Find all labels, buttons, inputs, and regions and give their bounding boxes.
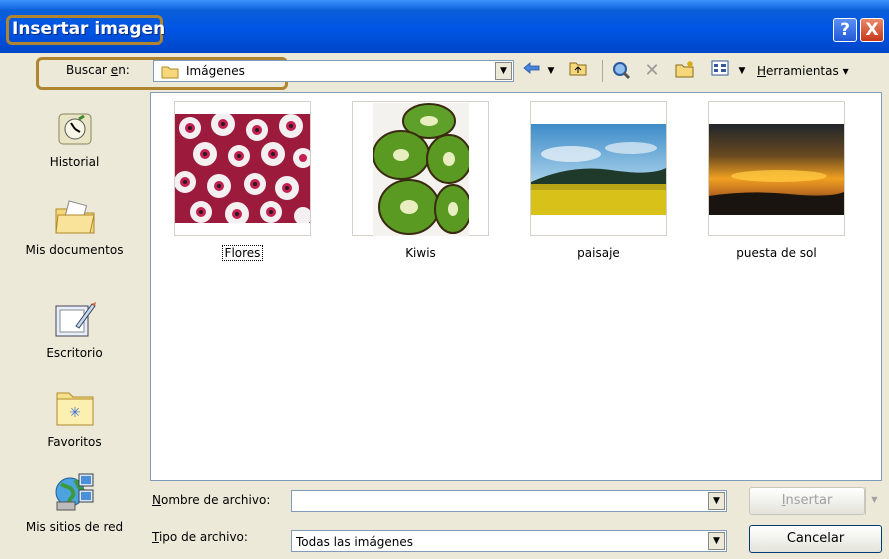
places-bar: Historial Mis documentos Escritorio ✳ Fa… [0, 91, 149, 559]
file-thumbnail-puesta-de-sol[interactable] [708, 101, 845, 236]
folder-icon [161, 65, 179, 82]
desktop-icon [54, 300, 96, 338]
svg-text:✳: ✳ [69, 405, 81, 421]
sunset-image [709, 124, 844, 215]
back-dropdown-icon[interactable]: ▼ [545, 60, 557, 82]
title-bar[interactable]: Insertar imagen ? X [0, 0, 889, 53]
filename-label: Nombre de archivo: [152, 493, 271, 507]
tools-dropdown-icon: ▾ [842, 64, 849, 78]
insert-image-dialog: Insertar imagen ? X Buscar en: Imágenes … [0, 0, 889, 559]
new-folder-button[interactable] [673, 60, 697, 82]
file-label-paisaje[interactable]: paisaje [530, 246, 667, 260]
toolbar-separator [602, 60, 603, 82]
file-label-kiwis[interactable]: Kiwis [352, 246, 489, 260]
filename-input[interactable]: ▼ [291, 490, 727, 512]
close-button[interactable]: X [860, 18, 884, 42]
flowers-image [175, 114, 310, 223]
lookin-dropdown-button[interactable]: ▼ [495, 62, 512, 80]
views-dropdown-icon[interactable]: ▼ [736, 60, 748, 82]
place-historial[interactable]: Historial [0, 111, 149, 169]
my-documents-icon [54, 199, 96, 235]
lookin-value: Imágenes [186, 64, 245, 78]
filetype-select[interactable]: Todas las imágenes ▼ [291, 530, 727, 552]
help-button[interactable]: ? [833, 18, 857, 42]
file-label-puesta-de-sol[interactable]: puesta de sol [708, 246, 845, 260]
lookin-label: Buscar en: [66, 63, 130, 77]
insert-options-dropdown-icon[interactable]: ▼ [865, 487, 883, 515]
filetype-label: Tipo de archivo: [152, 530, 248, 544]
place-escritorio[interactable]: Escritorio [0, 300, 149, 360]
file-list[interactable]: Flores Kiwis paisaje puesta de sol [150, 92, 882, 481]
kiwis-image [373, 103, 469, 236]
new-folder-icon [675, 61, 694, 78]
history-icon [57, 111, 93, 147]
search-web-icon [613, 62, 631, 80]
file-thumbnail-flores[interactable] [174, 101, 311, 236]
filetype-dropdown-button[interactable]: ▼ [708, 532, 725, 550]
favorites-icon: ✳ [55, 387, 95, 427]
dialog-title: Insertar imagen [12, 19, 166, 39]
filename-dropdown-button[interactable]: ▼ [708, 492, 725, 510]
file-list-scrollbar[interactable] [882, 92, 889, 481]
file-label-flores[interactable]: Flores [174, 245, 311, 261]
delete-icon[interactable]: ✕ [641, 60, 663, 82]
insert-button[interactable]: Insertar [749, 487, 865, 515]
tools-menu[interactable]: Herramientas ▾ [757, 64, 849, 78]
place-favoritos[interactable]: ✳ Favoritos [0, 387, 149, 449]
cancel-button[interactable]: Cancelar [749, 525, 882, 553]
place-mis-sitios-de-red[interactable]: Mis sitios de red [0, 472, 149, 534]
lookin-select[interactable]: Imágenes ▼ [153, 60, 514, 82]
filetype-value: Todas las imágenes [296, 535, 414, 549]
file-thumbnail-kiwis[interactable] [352, 101, 489, 236]
views-button[interactable] [708, 60, 732, 82]
landscape-image [531, 124, 666, 215]
up-folder-button[interactable] [566, 60, 590, 82]
views-icon [711, 60, 729, 76]
back-button[interactable] [521, 60, 543, 82]
network-places-icon [53, 472, 97, 512]
place-mis-documentos[interactable]: Mis documentos [0, 199, 149, 257]
search-web-button[interactable] [609, 60, 633, 82]
file-thumbnail-paisaje[interactable] [530, 101, 667, 236]
up-folder-icon [569, 62, 587, 76]
back-arrow-icon [523, 62, 540, 74]
